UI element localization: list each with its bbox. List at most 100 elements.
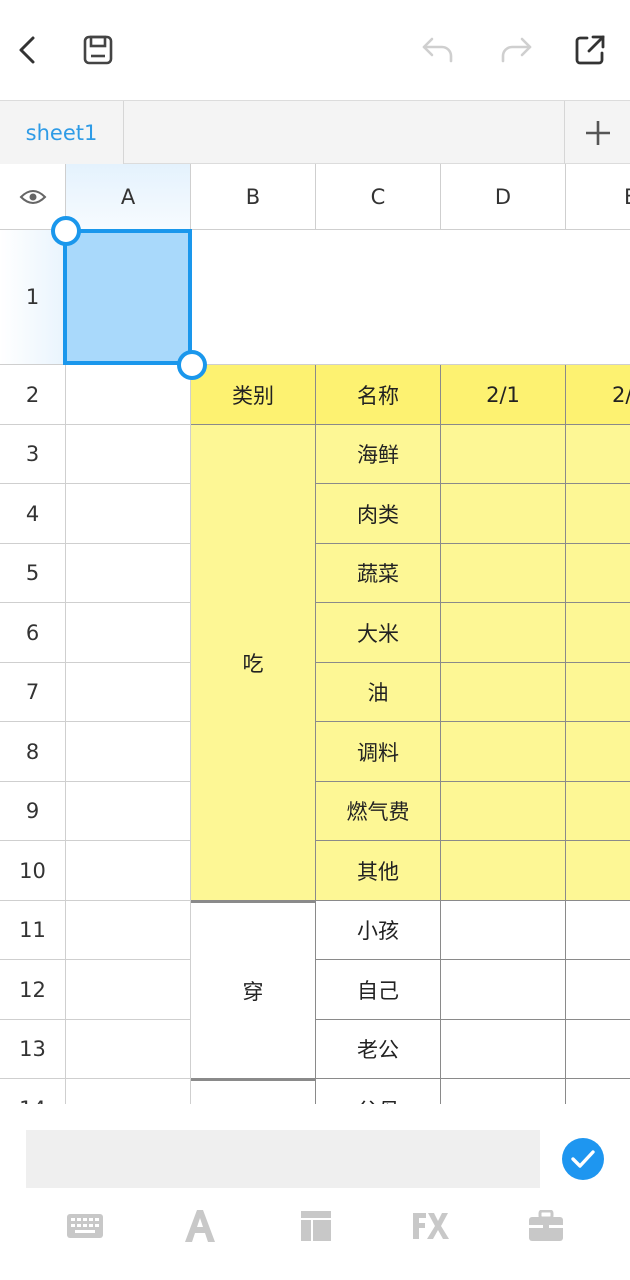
column-header-a[interactable]: A [66, 164, 191, 230]
cell-e12[interactable] [566, 960, 630, 1020]
cell-e10[interactable] [566, 841, 630, 901]
export-icon [575, 35, 605, 65]
cell-e4[interactable] [566, 484, 630, 544]
cell-d14[interactable] [441, 1079, 566, 1104]
font-format-button[interactable] [176, 1204, 224, 1248]
row-header-10[interactable]: 10 [0, 841, 66, 901]
cell-a14[interactable] [66, 1079, 191, 1104]
add-sheet-button[interactable] [564, 101, 630, 164]
row-1-cells[interactable] [191, 230, 630, 365]
spreadsheet-grid[interactable]: A B C D E 1 2 3 4 5 6 7 8 9 10 11 12 13 … [0, 164, 630, 1104]
formula-input[interactable] [26, 1130, 540, 1188]
confirm-button[interactable] [562, 1138, 604, 1180]
cell-a13[interactable] [66, 1020, 191, 1079]
cell-e8[interactable] [566, 722, 630, 782]
cell-a12[interactable] [66, 960, 191, 1020]
row-header-1[interactable]: 1 [0, 230, 66, 365]
cell-c9[interactable]: 燃气费 [316, 782, 441, 841]
cell-e2-date-header[interactable]: 2/ [566, 365, 630, 425]
cell-c7[interactable]: 油 [316, 663, 441, 722]
cell-c11[interactable]: 小孩 [316, 901, 441, 960]
share-button[interactable] [570, 30, 610, 70]
cell-e7[interactable] [566, 663, 630, 722]
sheet-tab-bar: sheet1 [0, 100, 630, 164]
cell-c13[interactable]: 老公 [316, 1020, 441, 1079]
row-header-8[interactable]: 8 [0, 722, 66, 782]
cell-e9[interactable] [566, 782, 630, 841]
keyboard-button[interactable] [61, 1204, 109, 1248]
column-header-c[interactable]: C [316, 164, 441, 230]
cell-e13[interactable] [566, 1020, 630, 1079]
cell-c6[interactable]: 大米 [316, 603, 441, 663]
cell-d2-date-header[interactable]: 2/1 [441, 365, 566, 425]
cell-c5[interactable]: 蔬菜 [316, 544, 441, 603]
tab-sheet1[interactable]: sheet1 [0, 101, 124, 164]
cell-b2-category-header[interactable]: 类别 [191, 365, 316, 425]
cell-a10[interactable] [66, 841, 191, 901]
cell-e14[interactable] [566, 1079, 630, 1104]
cell-e3[interactable] [566, 425, 630, 484]
column-header-e[interactable]: E [566, 164, 630, 230]
row-header-11[interactable]: 11 [0, 901, 66, 960]
cell-c12[interactable]: 自己 [316, 960, 441, 1020]
column-header-b[interactable]: B [191, 164, 316, 230]
redo-icon [501, 37, 532, 63]
row-header-14[interactable]: 14 [0, 1079, 66, 1104]
cell-d13[interactable] [441, 1020, 566, 1079]
row-header-13[interactable]: 13 [0, 1020, 66, 1079]
cell-a8[interactable] [66, 722, 191, 782]
toolbox-button[interactable] [522, 1204, 570, 1248]
cell-d8[interactable] [441, 722, 566, 782]
cell-b11-category-merged[interactable]: 穿 [191, 901, 316, 1079]
cell-d9[interactable] [441, 782, 566, 841]
cell-a9[interactable] [66, 782, 191, 841]
cell-c14[interactable]: 父母 [316, 1079, 441, 1104]
cell-c10[interactable]: 其他 [316, 841, 441, 901]
cell-e5[interactable] [566, 544, 630, 603]
selection-handle-bottom-right[interactable] [177, 350, 207, 380]
bottom-panel [0, 1104, 630, 1280]
row-header-9[interactable]: 9 [0, 782, 66, 841]
selection-handle-top-left[interactable] [51, 216, 81, 246]
cell-e6[interactable] [566, 603, 630, 663]
cell-d10[interactable] [441, 841, 566, 901]
cell-a6[interactable] [66, 603, 191, 663]
redo-button[interactable] [496, 30, 536, 70]
cell-a3[interactable] [66, 425, 191, 484]
row-header-3[interactable]: 3 [0, 425, 66, 484]
row-header-6[interactable]: 6 [0, 603, 66, 663]
cell-d7[interactable] [441, 663, 566, 722]
cell-a2[interactable] [66, 365, 191, 425]
cell-c3[interactable]: 海鲜 [316, 425, 441, 484]
cell-a4[interactable] [66, 484, 191, 544]
cell-b3-category-merged[interactable]: 吃 [191, 425, 316, 901]
floppy-save-icon [83, 35, 113, 65]
cell-a7[interactable] [66, 663, 191, 722]
row-header-2[interactable]: 2 [0, 365, 66, 425]
row-header-12[interactable]: 12 [0, 960, 66, 1020]
cell-c4[interactable]: 肉类 [316, 484, 441, 544]
layout-button[interactable] [292, 1204, 340, 1248]
row-header-4[interactable]: 4 [0, 484, 66, 544]
cell-d5[interactable] [441, 544, 566, 603]
cell-d3[interactable] [441, 425, 566, 484]
cell-c8[interactable]: 调料 [316, 722, 441, 782]
save-button[interactable] [78, 30, 118, 70]
cell-a5[interactable] [66, 544, 191, 603]
layout-icon [301, 1211, 331, 1241]
cell-d6[interactable] [441, 603, 566, 663]
function-button[interactable] [407, 1204, 455, 1248]
cell-d11[interactable] [441, 901, 566, 960]
cell-a11[interactable] [66, 901, 191, 960]
row-header-5[interactable]: 5 [0, 544, 66, 603]
column-header-d[interactable]: D [441, 164, 566, 230]
row-header-7[interactable]: 7 [0, 663, 66, 722]
selected-cell-a1[interactable] [63, 229, 192, 365]
cell-e11[interactable] [566, 901, 630, 960]
cell-b14[interactable] [191, 1079, 316, 1104]
cell-d12[interactable] [441, 960, 566, 1020]
back-button[interactable] [8, 30, 48, 70]
cell-c2-name-header[interactable]: 名称 [316, 365, 441, 425]
undo-button[interactable] [418, 30, 458, 70]
cell-d4[interactable] [441, 484, 566, 544]
